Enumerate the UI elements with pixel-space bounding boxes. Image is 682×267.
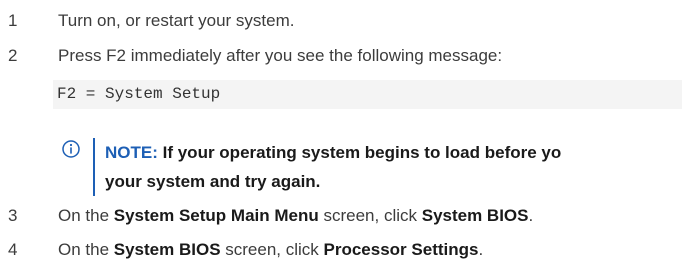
menu-name: System Setup Main Menu — [113, 206, 319, 225]
step-text-prefix: On the — [58, 206, 114, 225]
note-line-2: your system and try again. — [105, 172, 321, 191]
menu-item: Processor Settings — [323, 240, 479, 259]
note-label: NOTE: — [105, 143, 158, 162]
step-text: On the System BIOS screen, click Process… — [58, 239, 483, 261]
step-text: Turn on, or restart your system. — [58, 11, 295, 30]
step-text-middle: screen, click — [318, 206, 422, 225]
code-message: F2 = System Setup — [53, 80, 682, 109]
step-text-prefix: On the — [58, 240, 114, 259]
step-text-suffix: . — [478, 240, 484, 259]
menu-name: System BIOS — [113, 240, 221, 259]
step-text-middle: screen, click — [220, 240, 324, 259]
step-number: 4 — [8, 240, 18, 259]
step-number: 1 — [8, 11, 18, 30]
menu-item: System BIOS — [421, 206, 529, 225]
note-text: NOTE: If your operating system begins to… — [105, 138, 682, 196]
note-line-1: NOTE: If your operating system begins to… — [105, 138, 682, 167]
note-accent-bar — [93, 138, 95, 196]
step-text-suffix: . — [528, 206, 534, 225]
step-number: 2 — [8, 46, 18, 65]
step-text: Press F2 immediately after you see the f… — [58, 46, 503, 65]
step-number: 3 — [8, 206, 18, 225]
note-callout: NOTE: If your operating system begins to… — [60, 138, 682, 196]
note-line-1-text: If your operating system begins to load … — [162, 143, 562, 162]
info-icon — [62, 140, 80, 158]
step-text: On the System Setup Main Menu screen, cl… — [58, 205, 533, 227]
